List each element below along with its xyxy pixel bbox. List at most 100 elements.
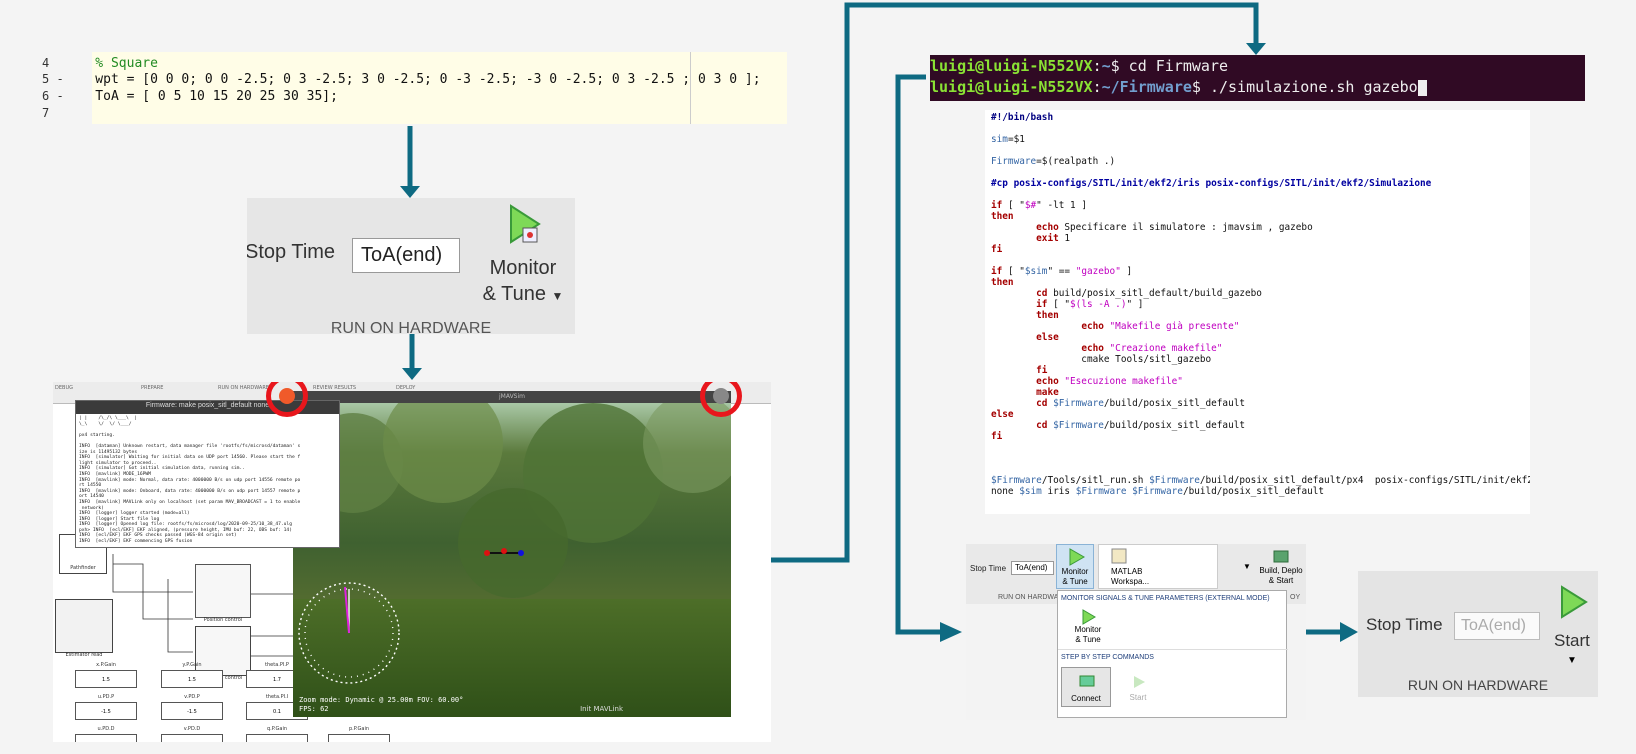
build-icon [1273, 550, 1289, 563]
terminal-output: | | /\_/\ \___\ | \_\ \/ \/ \___/ px4 st… [79, 416, 301, 545]
build-deploy-start-button[interactable]: Build, Deplo & Start [1256, 544, 1306, 589]
script-line [991, 453, 1524, 464]
code-line[interactable]: wpt = [0 0 0; 0 0 -2.5; 0 3 -2.5; 3 0 -2… [64, 72, 760, 87]
stop-time-label: Stop Time [1366, 615, 1443, 634]
dropdown-arrow-icon[interactable]: ▼ [552, 289, 564, 303]
script-line: exit 1 [1036, 233, 1071, 244]
stop-time-input[interactable]: ToA(end) [1011, 561, 1054, 575]
script-line: if [ "$sim" == "gazebo" ] [991, 266, 1133, 277]
script-line: fi [991, 244, 1003, 255]
play-icon [1134, 676, 1145, 688]
right-margin-line [690, 52, 691, 124]
gain-label: y.P.Gain [182, 662, 202, 668]
script-line: if [ "$#" -lt 1 ] [991, 200, 1087, 211]
monitor-tune-icon [1069, 548, 1085, 566]
monitor-tune-icon [510, 204, 541, 244]
line-number: 4 [42, 56, 50, 70]
script-line: #cp posix-configs/SITL/init/ekf2/iris po… [991, 178, 1432, 189]
close-icon[interactable] [279, 388, 295, 404]
gain-input[interactable] [328, 734, 390, 742]
stop-time-label: Stop Time [970, 564, 1007, 573]
script-line [991, 167, 1524, 178]
stop-time-label: Stop Time [247, 241, 336, 263]
arrow-terminal-to-ribbon [895, 74, 944, 635]
start-button-disabled[interactable]: Start [1118, 671, 1158, 707]
script-line: #!/bin/bash [991, 112, 1054, 123]
terminal-line: luigi@luigi-N552VX:~/Firmware$ ./simulaz… [930, 78, 1585, 99]
script-line: then [1036, 310, 1059, 321]
tune-label: & Tune ▼ [482, 283, 564, 305]
gain-input[interactable]: -1.5 [75, 702, 137, 720]
close-icon[interactable] [713, 388, 729, 404]
gain-label: v.PD.D [183, 726, 201, 732]
jmavsim-titlebar[interactable]: jMAVSim [293, 391, 731, 403]
script-line: cd $Firmware/build/posix_sitl_default [1036, 398, 1246, 409]
ribbon-tab[interactable]: DEBUG [55, 385, 73, 391]
menu-monitor-tune-item[interactable]: Monitor & Tune [1066, 607, 1110, 644]
gain-label: x.P.Gain [96, 662, 116, 668]
play-icon[interactable] [1558, 585, 1588, 619]
run-on-hardware-panel: Stop Time ToA(end) Monitor & Tune ▼ RUN … [247, 198, 575, 334]
stop-time-input[interactable]: ToA(end) [352, 238, 460, 273]
gain-input[interactable]: 1.5 [75, 670, 137, 688]
script-line: echo Specificare il simulatore : jmavsim… [1036, 222, 1313, 233]
monitor-label: Monitor [489, 257, 557, 279]
workspace-icon [1111, 548, 1127, 564]
script-line: then [991, 277, 1014, 288]
gain-label: q.P.Gain [266, 726, 288, 732]
position-control-block[interactable]: Position control [195, 564, 251, 623]
script-line: echo "Creazione makefile" [1081, 343, 1223, 354]
simulation-view [293, 403, 731, 717]
script-line: $Firmware/Tools/sitl_run.sh $Firmware/bu… [991, 475, 1530, 486]
text-cursor [1417, 79, 1427, 96]
script-line: Firmware=$(realpath .) [991, 156, 1116, 167]
monitor-and-tune-button[interactable]: Monitor & Tune ▼ [473, 204, 573, 314]
matlab-workspace-button[interactable]: MATLAB Workspa... [1098, 544, 1218, 589]
monitor-and-tune-button[interactable]: Monitor & Tune [1056, 544, 1094, 589]
script-line: fi [1036, 365, 1048, 376]
gain-input[interactable]: -1.5 [161, 702, 223, 720]
ubuntu-terminal[interactable]: luigi@luigi-N552VX:~$ cd Firmware luigi@… [930, 55, 1585, 101]
start-button-label[interactable]: Start [1554, 631, 1590, 651]
chevron-down-icon[interactable]: ▼ [1243, 562, 1251, 571]
script-line: cd build/posix_sitl_default/build_gazebo [1036, 288, 1262, 299]
gain-label: u.PD.P [97, 694, 115, 700]
simulink-hardware-ribbon: Stop Time ToA(end) Monitor & Tune MATLAB… [966, 544, 1306, 720]
script-line [991, 145, 1524, 156]
line-number: 7 [42, 106, 50, 120]
script-line [991, 255, 1524, 266]
script-line [991, 442, 1524, 453]
ribbon-tab[interactable]: RUN ON HARDWARE [218, 385, 269, 391]
line-number: 6 - [42, 89, 64, 103]
gain-label: v.PD.P [184, 694, 200, 700]
simulator-status: Zoom mode: Dynamic @ 25.00m FOV: 60.00° … [299, 696, 464, 713]
px4-terminal-window[interactable]: Firmware: make posix_sitl_default none |… [75, 400, 340, 548]
script-line [991, 123, 1524, 134]
connect-button[interactable]: Connect [1061, 667, 1111, 707]
jmavsim-window[interactable]: jMAVSim Zoom mode: Dynamic @ 25.00m FOV:… [293, 391, 731, 717]
ribbon-tab[interactable]: PREPARE [141, 385, 163, 391]
script-line [991, 189, 1524, 200]
script-line: then [991, 211, 1014, 222]
stop-time-input[interactable]: ToA(end) [1454, 612, 1540, 640]
altitude-control-block[interactable]: Altitude control [195, 626, 251, 681]
menu-section-header: STEP BY STEP COMMANDS [1061, 654, 1154, 661]
line-number: 5 - [42, 72, 64, 86]
gain-input[interactable]: 1.5 [161, 670, 223, 688]
script-line: cmake Tools/sitl_gazebo [991, 354, 1212, 365]
script-line: fi [991, 431, 1003, 442]
script-line: sim=$1 [991, 134, 1025, 145]
code-line[interactable]: % Square [64, 56, 158, 71]
estimator-read-block[interactable]: Estimator read [55, 599, 113, 658]
script-line: none $sim iris $Firmware $Firmware/build… [991, 486, 1325, 497]
gain-input[interactable] [161, 734, 223, 742]
code-editor[interactable]: 4 5 - 6 - 7 % Square wpt = [0 0 0; 0 0 -… [32, 52, 787, 124]
code-line[interactable]: ToA = [ 0 5 10 15 20 25 30 35]; [64, 89, 338, 104]
chevron-down-icon[interactable]: ▼ [1567, 655, 1577, 666]
terminal-line: luigi@luigi-N552VX:~$ cd Firmware [930, 57, 1229, 75]
gain-input[interactable] [75, 734, 137, 742]
connect-icon [1079, 675, 1095, 687]
monitor-tune-dropdown-menu: MONITOR SIGNALS & TUNE PARAMETERS (EXTER… [1057, 590, 1288, 718]
gain-input[interactable] [246, 734, 308, 742]
gain-label: p.P.Gain [348, 726, 370, 732]
